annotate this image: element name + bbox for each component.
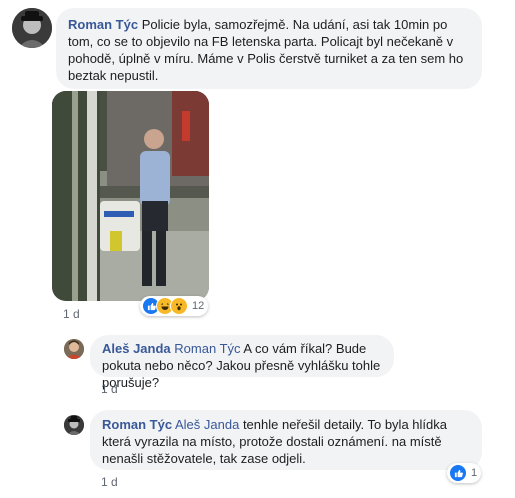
reactions-summary[interactable]: 12 xyxy=(140,296,209,316)
reaction-count: 12 xyxy=(192,300,205,312)
avatar[interactable] xyxy=(12,8,52,48)
reply-mention[interactable]: Aleš Janda xyxy=(175,417,239,432)
reply-bubble: Roman Týc Aleš Janda tenhle neřešil deta… xyxy=(90,410,482,470)
street-photo xyxy=(52,91,209,301)
wow-icon xyxy=(170,297,188,315)
reply-timestamp[interactable]: 1 d xyxy=(101,382,118,396)
reply-bubble: Aleš Janda Roman Týc A co vám říkal? Bud… xyxy=(90,335,394,390)
like-icon xyxy=(449,464,467,482)
profile-photo xyxy=(64,415,84,435)
avatar[interactable] xyxy=(64,415,84,435)
comment-bubble: Roman Týc Policie byla, samozřejmě. Na u… xyxy=(56,8,482,89)
comment-author[interactable]: Roman Týc xyxy=(68,17,138,32)
comment-timestamp[interactable]: 1 d xyxy=(63,307,80,321)
reply-timestamp[interactable]: 1 d xyxy=(101,475,118,489)
reply-author[interactable]: Roman Týc xyxy=(102,417,172,432)
reply-mention[interactable]: Roman Týc xyxy=(174,341,240,356)
reply-author[interactable]: Aleš Janda xyxy=(102,341,171,356)
profile-photo xyxy=(64,339,84,359)
reaction-count: 1 xyxy=(471,467,478,479)
comment-photo[interactable] xyxy=(52,91,209,301)
avatar[interactable] xyxy=(64,339,84,359)
reactions-summary[interactable]: 1 xyxy=(447,463,482,483)
profile-photo xyxy=(12,8,52,48)
